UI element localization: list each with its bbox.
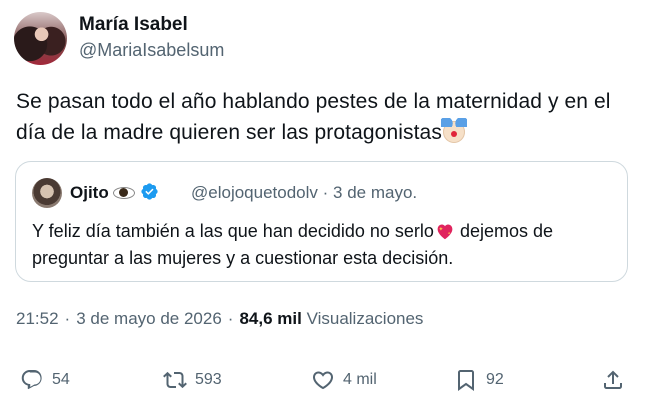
post-text-content: Se pasan todo el año hablando pestes de … [16,90,611,144]
quoted-handle: @elojoquetodolv [191,183,318,202]
quoted-post-card[interactable]: Ojito @elojoquetodolv · 3 de mayo. Y fel… [15,161,628,282]
author-name[interactable]: María Isabel [79,14,188,36]
like-count: 4 mil [343,371,377,388]
post-date[interactable]: 3 de mayo de 2026 [76,309,222,328]
repost-icon [163,371,187,389]
reply-icon [21,370,42,390]
clown-face-icon [440,118,467,143]
like-button[interactable]: 4 mil [311,368,377,392]
views-count: 84,6 mil [239,309,302,328]
eye-icon [112,185,135,199]
bookmark-icon [458,370,474,391]
reply-count: 54 [52,371,70,388]
meta-separator: · [64,309,71,328]
meta-separator: · [322,183,329,202]
bookmark-count: 92 [486,371,504,388]
author-handle[interactable]: @MariaIsabelsum [79,40,224,61]
action-bar: 54 593 4 mil 92 [0,368,648,402]
reply-button[interactable]: 54 [20,368,70,392]
quoted-meta: @elojoquetodolv · 3 de mayo. [191,183,417,203]
quoted-date: 3 de mayo. [333,183,418,202]
post-timestamp: 21:52 · 3 de mayo de 2026 · 84,6 mil Visuali… [16,309,423,329]
quoted-name-row: Ojito [70,182,159,203]
meta-separator: · [227,309,234,328]
sparkling-heart-icon [437,224,453,240]
quoted-avatar [32,178,62,208]
views-label: Visualizaciones [306,309,424,328]
repost-button[interactable]: 593 [163,368,222,392]
quoted-text-part1: Y feliz día también a las que han decidi… [32,221,434,241]
author-avatar[interactable] [14,12,67,65]
share-icon [604,370,622,389]
quoted-author-name: Ojito [70,183,109,202]
bookmark-button[interactable]: 92 [454,368,504,392]
repost-count: 593 [195,371,222,388]
share-button[interactable] [601,368,625,392]
verified-badge-icon [141,183,158,200]
quoted-text: Y feliz día también a las que han decidi… [32,218,617,272]
post-text: Se pasan todo el año hablando pestes de … [16,86,626,148]
post-time[interactable]: 21:52 [16,309,59,328]
heart-icon [312,371,334,390]
